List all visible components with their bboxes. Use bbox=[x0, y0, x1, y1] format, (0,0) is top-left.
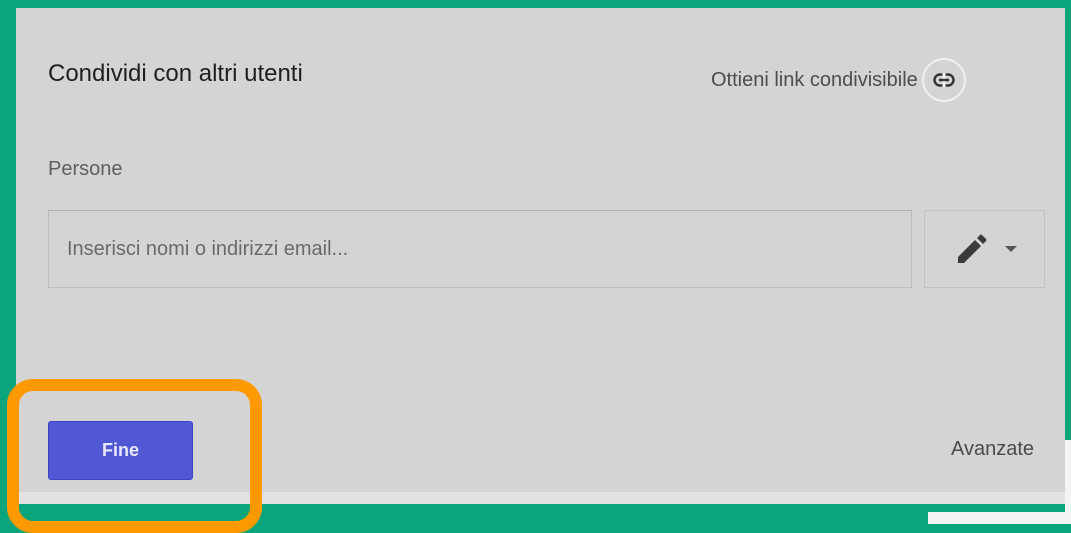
get-shareable-link[interactable]: Ottieni link condivisibile bbox=[711, 58, 966, 102]
link-icon[interactable] bbox=[921, 58, 966, 102]
page-edge-bottom bbox=[928, 512, 1071, 524]
get-shareable-link-label: Ottieni link condivisibile bbox=[711, 68, 918, 91]
pencil-icon bbox=[957, 234, 986, 263]
advanced-link[interactable]: Avanzate bbox=[951, 438, 1034, 461]
dialog-title: Condividi con altri utenti bbox=[48, 60, 303, 87]
permission-dropdown-button[interactable] bbox=[924, 210, 1045, 288]
caret-down-icon bbox=[1004, 246, 1017, 252]
done-button[interactable]: Fine bbox=[48, 421, 193, 480]
people-email-input[interactable] bbox=[48, 210, 912, 288]
people-label: Persone bbox=[48, 158, 123, 180]
page-edge-right bbox=[1065, 440, 1071, 524]
